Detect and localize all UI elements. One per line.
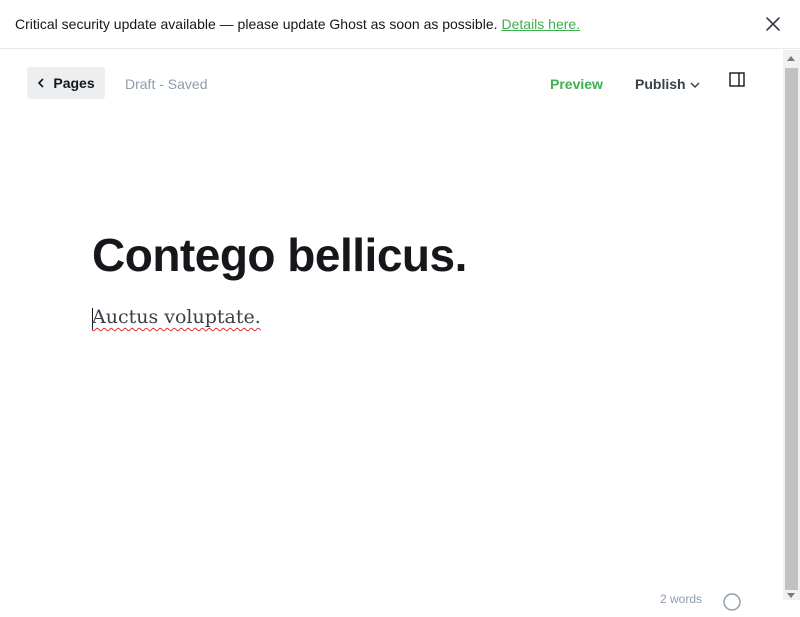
chevron-left-icon bbox=[37, 75, 45, 91]
post-title[interactable]: Contego bellicus. bbox=[92, 228, 467, 282]
scroll-down-arrow[interactable] bbox=[787, 593, 795, 598]
back-to-pages-button[interactable]: Pages bbox=[27, 67, 105, 99]
back-button-label: Pages bbox=[53, 75, 95, 91]
banner-details-link[interactable]: Details here. bbox=[502, 16, 581, 32]
banner-message: Critical security update available — ple… bbox=[15, 16, 498, 32]
vertical-scrollbar[interactable] bbox=[783, 50, 800, 600]
help-icon[interactable] bbox=[722, 592, 742, 612]
close-icon[interactable] bbox=[764, 15, 782, 33]
post-body-text: Auctus voluptate. bbox=[92, 306, 261, 328]
editor-toolbar: Pages Draft - Saved Preview Publish bbox=[0, 50, 783, 116]
preview-button[interactable]: Preview bbox=[550, 76, 603, 92]
word-count: 2 words bbox=[660, 592, 703, 606]
scrollbar-thumb[interactable] bbox=[785, 68, 798, 590]
publish-label: Publish bbox=[635, 76, 686, 92]
post-body[interactable]: Auctus voluptate. bbox=[92, 306, 261, 328]
security-update-banner: Critical security update available — ple… bbox=[0, 0, 800, 49]
draft-status: Draft - Saved bbox=[125, 76, 208, 92]
chevron-down-icon bbox=[690, 76, 700, 92]
scroll-up-arrow[interactable] bbox=[787, 56, 795, 61]
sidebar-toggle-icon[interactable] bbox=[729, 72, 745, 88]
publish-button[interactable]: Publish bbox=[635, 76, 700, 92]
